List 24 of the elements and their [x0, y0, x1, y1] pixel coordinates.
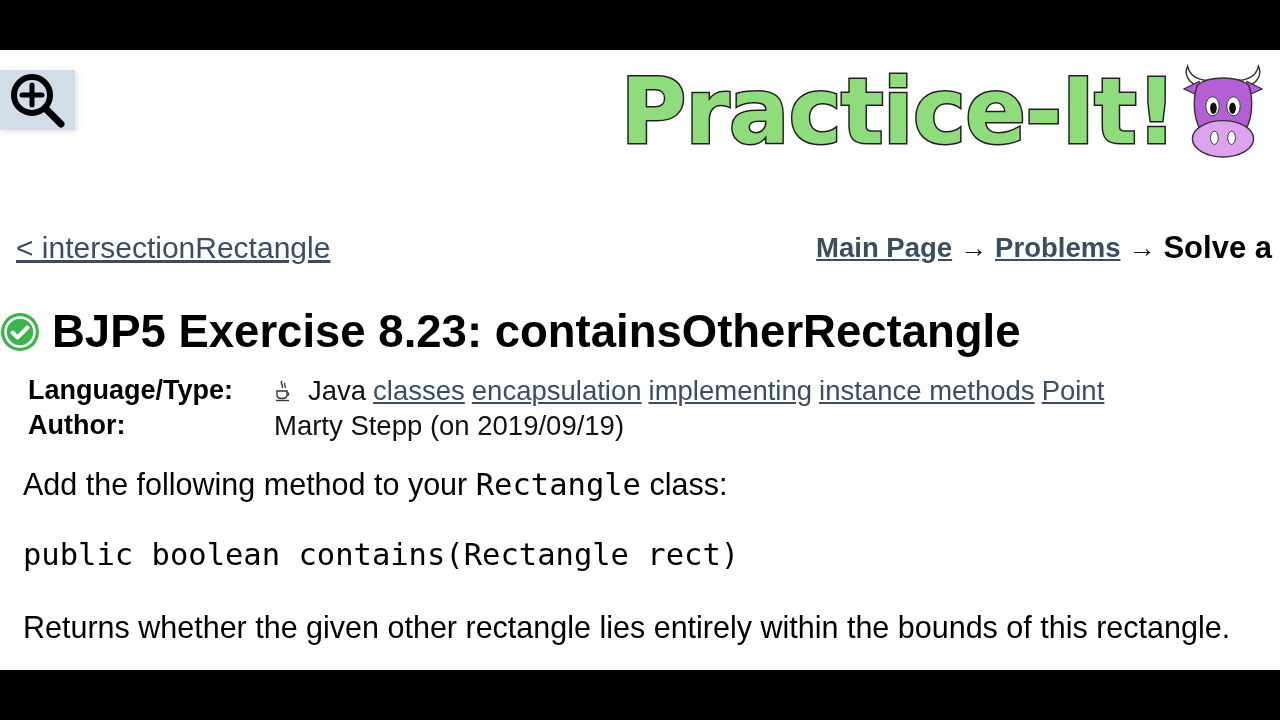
zoom-in-button[interactable]: [0, 70, 75, 130]
detail-label: Language/Type:: [28, 375, 235, 406]
cow-icon: [1180, 64, 1266, 160]
problem-title: BJP5 Exercise 8.23: containsOtherRectangle: [52, 308, 1021, 356]
language-name: Java: [308, 374, 367, 407]
tag-link[interactable]: classes: [373, 374, 465, 407]
breadcrumb-link[interactable]: Main Page: [816, 232, 953, 264]
coffee-cup-icon: [275, 379, 291, 402]
breadcrumb-separator: →: [1128, 232, 1156, 264]
breadcrumb-link[interactable]: Problems: [995, 232, 1121, 264]
description-text: Add the following method to your Rectangle class:: [22, 467, 729, 502]
tag-link[interactable]: instance methods: [819, 374, 1035, 407]
tag-link[interactable]: Point: [1041, 374, 1105, 407]
description-text: Returns whether the given other rectangle lies entirely within the bounds of this rectangle.: [22, 610, 1232, 644]
back-link[interactable]: < intersectionRectangle: [16, 231, 331, 265]
method-signature: public boolean contains(Rectangle rect): [22, 537, 741, 573]
breadcrumb-separator: →: [960, 232, 988, 264]
tag-link[interactable]: implementing: [648, 374, 813, 407]
tag-link[interactable]: encapsulation: [471, 374, 642, 407]
detail-label: Author:: [28, 410, 127, 441]
breadcrumb-current: Solve a: [1163, 230, 1272, 266]
logo-text: Practice-It!: [620, 62, 1176, 162]
detail-value: Marty Stepp (on 2019/09/19): [274, 409, 626, 442]
zoom-in-icon: [8, 71, 66, 129]
